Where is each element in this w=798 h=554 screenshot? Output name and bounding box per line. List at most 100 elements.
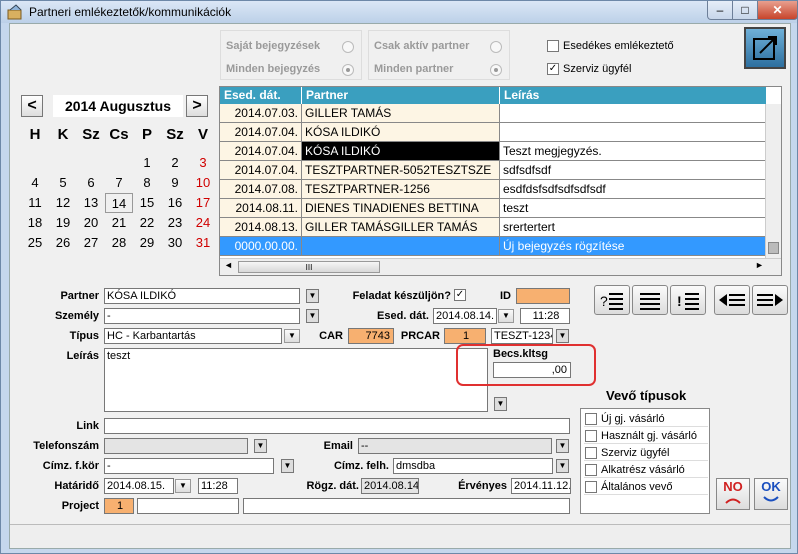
cimz-felh-dropdown-icon[interactable]: ▼ xyxy=(556,459,569,473)
grid-cell-partner[interactable]: GILLER TAMÁS xyxy=(302,104,500,123)
car-field[interactable]: 7743 xyxy=(348,328,394,344)
vevo-item[interactable]: Általános vevő xyxy=(584,480,708,495)
grid-cell-partner[interactable]: TESZTPARTNER-1256 xyxy=(302,180,500,199)
calendar-day[interactable]: 25 xyxy=(21,233,49,253)
ok-button[interactable]: OK xyxy=(754,478,788,510)
tipus-select[interactable]: HC - Karbantartás xyxy=(104,328,282,344)
calendar-day[interactable]: 13 xyxy=(77,193,105,213)
col-header-description[interactable]: Leírás xyxy=(500,87,767,104)
vevo-item[interactable]: Szerviz ügyfél xyxy=(584,446,708,461)
esed-date-field[interactable]: 2014.08.14. xyxy=(433,308,497,324)
grid-cell-date[interactable]: 2014.07.04. xyxy=(220,123,302,142)
calendar-day[interactable]: 10 xyxy=(189,173,217,193)
grid-cell-date[interactable]: 2014.07.04. xyxy=(220,142,302,161)
ervenyes-field[interactable]: 2014.11.12. xyxy=(511,478,571,494)
hatarido-time-field[interactable]: 11:28 xyxy=(198,478,238,494)
grid-cell-partner[interactable] xyxy=(302,237,500,256)
calendar-day[interactable]: 27 xyxy=(77,233,105,253)
hatarido-date-picker-icon[interactable]: ▼ xyxy=(175,479,191,493)
leiras-textarea[interactable]: teszt xyxy=(104,348,488,412)
grid-row[interactable]: 2014.07.08. TESZTPARTNER-1256 esdfdsfsdfsd… xyxy=(220,180,775,199)
leiras-expand-icon[interactable]: ▼ xyxy=(494,397,507,411)
calendar-next-button[interactable]: > xyxy=(186,95,208,117)
grid-row[interactable]: 2014.07.04. KÓSA ILDIKÓ Teszt megjegyzés. xyxy=(220,142,775,161)
calendar-day[interactable]: 26 xyxy=(49,233,77,253)
csak-aktiv-partner-radio[interactable] xyxy=(490,41,502,53)
calendar-day[interactable]: 16 xyxy=(161,193,189,213)
feladat-checkbox[interactable]: ✓ xyxy=(454,289,466,301)
grid-row[interactable]: 2014.08.13. GILLER TAMÁSGILLER TAMÁS srert… xyxy=(220,218,775,237)
prcar-field[interactable]: 1 xyxy=(444,328,486,344)
teszt-field[interactable]: TESZT-1234 xyxy=(491,328,553,344)
calendar-day[interactable]: 17 xyxy=(189,193,217,213)
email-dropdown-icon[interactable]: ▼ xyxy=(556,439,569,453)
grid-cell-date[interactable]: 2014.07.03. xyxy=(220,104,302,123)
grid-cell-partner[interactable]: TESZTPARTNER-5052TESZTSZE xyxy=(302,161,500,180)
calendar-day[interactable]: 9 xyxy=(161,173,189,193)
tool-button-1[interactable]: ? xyxy=(594,285,630,315)
scroll-right-arrow-icon[interactable]: ► xyxy=(755,260,764,270)
calendar-day[interactable]: 11 xyxy=(21,193,49,213)
cimz-fkor-dropdown-icon[interactable]: ▼ xyxy=(281,459,294,473)
close-button[interactable]: ✕ xyxy=(757,1,798,20)
col-header-partner[interactable]: Partner xyxy=(302,87,500,104)
tipus-dropdown-icon[interactable]: ▼ xyxy=(284,329,300,343)
calendar-day[interactable]: 28 xyxy=(105,233,133,253)
calendar-day[interactable]: 22 xyxy=(133,213,161,233)
calendar-day[interactable]: 21 xyxy=(105,213,133,233)
calendar-day[interactable]: 30 xyxy=(161,233,189,253)
calendar-day[interactable]: 23 xyxy=(161,213,189,233)
calendar-day[interactable]: 5 xyxy=(49,173,77,193)
vevo-item-checkbox[interactable] xyxy=(585,481,597,493)
grid-cell-partner[interactable]: KÓSA ILDIKÓ xyxy=(302,123,500,142)
calendar-day[interactable]: 2 xyxy=(161,153,189,173)
grid-row[interactable]: 2014.08.11. DIENES TINADIENES BETTINA tesz… xyxy=(220,199,775,218)
calendar-day[interactable]: 29 xyxy=(133,233,161,253)
calendar-day[interactable]: 18 xyxy=(21,213,49,233)
grid-cell-partner[interactable]: DIENES TINADIENES BETTINA xyxy=(302,199,500,218)
calendar-day[interactable]: 6 xyxy=(77,173,105,193)
col-header-date[interactable]: Esed. dát. xyxy=(220,87,302,104)
vevo-item[interactable]: Használt gj. vásárló xyxy=(584,429,708,444)
grid-row[interactable]: 2014.07.03. GILLER TAMÁS xyxy=(220,104,775,123)
teszt-dropdown-icon[interactable]: ▼ xyxy=(556,329,569,343)
szerviz-checkbox[interactable]: ✓ xyxy=(547,63,559,75)
grid-cell-partner[interactable]: GILLER TAMÁSGILLER TAMÁS xyxy=(302,218,500,237)
szemely-field[interactable]: - xyxy=(104,308,300,324)
calendar-day[interactable]: 8 xyxy=(133,173,161,193)
minimize-button[interactable]: – xyxy=(707,1,733,20)
grid-cell-desc[interactable]: esdfdsfsdfsdfsdfsdf xyxy=(500,180,767,199)
telefon-dropdown-icon[interactable]: ▼ xyxy=(254,439,267,453)
grid-cell-date[interactable]: 2014.07.04. xyxy=(220,161,302,180)
project-name-field[interactable] xyxy=(137,498,239,514)
edit-window-button[interactable] xyxy=(744,27,786,69)
partner-field[interactable]: KÓSA ILDIKÓ xyxy=(104,288,300,304)
vevo-item-checkbox[interactable] xyxy=(585,464,597,476)
id-field[interactable] xyxy=(516,288,570,304)
grid-cell-desc[interactable]: teszt xyxy=(500,199,767,218)
vevo-item-checkbox[interactable] xyxy=(585,447,597,459)
esed-date-picker-icon[interactable]: ▼ xyxy=(498,309,514,323)
scroll-left-arrow-icon[interactable]: ◄ xyxy=(224,260,233,270)
grid-cell-desc[interactable] xyxy=(500,104,767,123)
szemely-dropdown-icon[interactable]: ▼ xyxy=(306,309,319,323)
grid-cell-desc[interactable]: srertertert xyxy=(500,218,767,237)
esedekes-checkbox[interactable] xyxy=(547,40,559,52)
esed-time-field[interactable]: 11:28 xyxy=(520,308,570,324)
calendar-day[interactable]: 14 xyxy=(105,193,133,213)
tool-button-2[interactable] xyxy=(632,285,668,315)
calendar-day[interactable]: 19 xyxy=(49,213,77,233)
grid-cell-desc[interactable]: Teszt megjegyzés. xyxy=(500,142,767,161)
grid-cell-desc[interactable]: sdfsdfsdf xyxy=(500,161,767,180)
calendar-day[interactable]: 20 xyxy=(77,213,105,233)
telefon-field[interactable] xyxy=(104,438,248,454)
link-field[interactable] xyxy=(104,418,570,434)
grid-cell-desc[interactable]: Új bejegyzés rögzítése xyxy=(500,237,767,256)
calendar-day[interactable]: 24 xyxy=(189,213,217,233)
hscroll-thumb[interactable]: III xyxy=(238,261,380,273)
calendar-day[interactable]: 15 xyxy=(133,193,161,213)
minden-partner-radio[interactable] xyxy=(490,64,502,76)
calendar-day[interactable]: 4 xyxy=(21,173,49,193)
grid-cell-date[interactable]: 2014.08.11. xyxy=(220,199,302,218)
calendar-day[interactable]: 1 xyxy=(133,153,161,173)
